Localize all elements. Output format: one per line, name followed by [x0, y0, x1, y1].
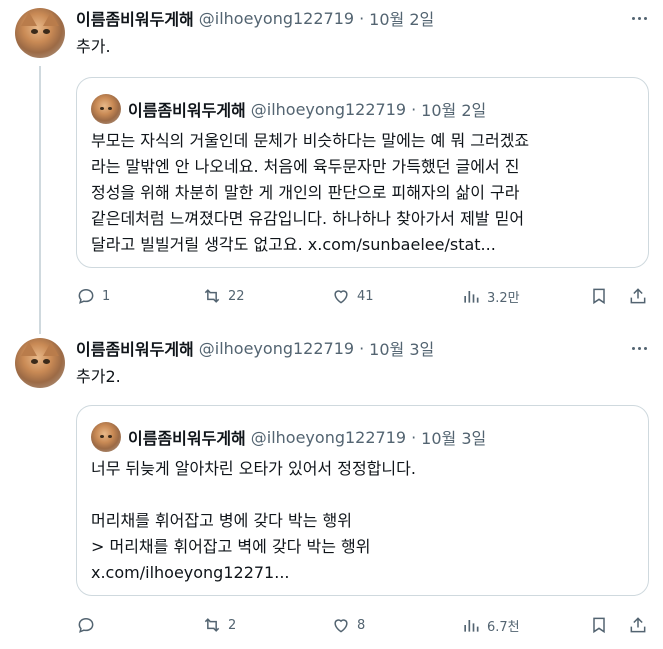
quote-author-handle: @ilhoeyong122719 — [250, 427, 407, 447]
quote-line: 라는 말밖엔 안 나오네요. 처음에 육두문자만 가득했던 글에서 진 — [91, 157, 520, 176]
bookmark-button[interactable] — [589, 284, 609, 308]
quote-line: 부모는 자식의 거울인데 문체가 비슷하다는 말에는 예 뭐 그러겠죠 — [91, 131, 530, 150]
quote-line: 정성을 위해 차분히 말한 게 개인의 판단으로 피해자의 삶이 구라 — [91, 183, 520, 202]
quote-line: 너무 뒤늦게 알아차린 오타가 있어서 정정합니다. — [91, 459, 416, 478]
separator: · — [411, 99, 417, 119]
author-name[interactable]: 이름좀비워두게해 — [76, 6, 194, 30]
views-button[interactable]: 6.7천 — [461, 613, 520, 637]
share-button[interactable] — [628, 613, 648, 637]
tweet-date[interactable]: 10월 2일 — [369, 6, 434, 30]
repost-icon — [204, 289, 220, 303]
quote-author-name: 이름좀비워두게해 — [128, 101, 246, 120]
reply-count: 1 — [102, 288, 111, 304]
repost-count: 22 — [228, 288, 245, 304]
share-button[interactable] — [628, 284, 648, 308]
views-count: 3.2만 — [487, 290, 520, 306]
separator: · — [411, 427, 417, 447]
like-button[interactable]: 8 — [331, 613, 365, 637]
like-count: 41 — [357, 288, 374, 304]
bookmark-icon — [593, 617, 605, 634]
share-icon — [630, 617, 646, 633]
tweet[interactable]: 이름좀비워두게해 @ilhoeyong122719 · 10월 3일 추가2. … — [0, 330, 663, 649]
author-name[interactable]: 이름좀비워두게해 — [76, 336, 194, 360]
like-icon — [334, 619, 348, 633]
tweet-header: 이름좀비워두게해 @ilhoeyong122719 · 10월 3일 — [76, 336, 434, 360]
repost-count: 2 — [228, 617, 237, 633]
tweet-header: 이름좀비워두게해 @ilhoeyong122719 · 10월 2일 — [76, 6, 434, 30]
tweet[interactable]: 이름좀비워두게해 @ilhoeyong122719 · 10월 2일 추가. 이… — [0, 0, 663, 320]
quote-avatar — [91, 94, 121, 124]
views-icon — [464, 620, 479, 632]
tweet-text: 추가2. — [76, 367, 121, 386]
quote-avatar — [91, 422, 121, 452]
quote-date: 10월 3일 — [421, 429, 487, 448]
quote-line: 머리채를 휘어잡고 병에 갖다 박는 행위 — [91, 511, 352, 530]
quote-author-handle: @ilhoeyong122719 — [250, 99, 407, 119]
like-count: 8 — [357, 617, 366, 633]
quote-tweet[interactable]: 이름좀비워두게해 @ilhoeyong122719 · 10월 2일 부모는 자… — [76, 77, 649, 268]
views-count: 6.7천 — [487, 619, 520, 635]
bookmark-button[interactable] — [589, 613, 609, 637]
quote-line[interactable]: x.com/ilhoeyong12271... — [91, 560, 636, 586]
quote-header: 이름좀비워두게해 @ilhoeyong122719 · 10월 3일 — [128, 425, 486, 449]
like-icon — [334, 290, 348, 304]
repost-icon — [204, 618, 220, 632]
views-icon — [464, 291, 479, 303]
like-button[interactable]: 41 — [331, 284, 374, 308]
quote-author-name: 이름좀비워두게해 — [128, 429, 246, 448]
author-handle[interactable]: @ilhoeyong122719 — [199, 9, 354, 28]
quote-date: 10월 2일 — [421, 101, 487, 120]
action-bar: 1 22 41 3.2만 — [76, 284, 649, 308]
reply-icon — [78, 288, 94, 304]
reply-button[interactable]: 1 — [76, 284, 110, 308]
thread-line — [39, 66, 41, 334]
share-icon — [630, 288, 646, 304]
quote-line[interactable]: 달라고 빌빌거릴 생각도 없고요. x.com/sunbaelee/stat..… — [91, 232, 636, 258]
quote-text: 너무 뒤늦게 알아차린 오타가 있어서 정정합니다. 머리채를 휘어잡고 병에 … — [91, 456, 636, 586]
quote-text: 부모는 자식의 거울인데 문체가 비슷하다는 말에는 예 뭐 그러겠죠 라는 말… — [91, 128, 636, 258]
author-handle[interactable]: @ilhoeyong122719 — [199, 339, 354, 358]
action-bar: 2 8 6.7천 — [76, 613, 649, 637]
repost-button[interactable]: 22 — [202, 284, 245, 308]
more-icon[interactable] — [629, 8, 649, 28]
tweet-date[interactable]: 10월 3일 — [369, 336, 434, 360]
reply-button[interactable] — [76, 613, 102, 637]
quote-line: 같은데처럼 느껴졌다면 유감입니다. 하나하나 찾아가서 제발 믿어 — [91, 209, 525, 228]
separator: · — [359, 338, 365, 358]
quote-header: 이름좀비워두게해 @ilhoeyong122719 · 10월 2일 — [128, 97, 486, 121]
bookmark-icon — [593, 288, 605, 305]
more-icon[interactable] — [629, 338, 649, 358]
tweet-text: 추가. — [76, 37, 111, 56]
quote-line: > 머리채를 휘어잡고 벽에 갖다 박는 행위 — [91, 537, 371, 556]
quote-line — [91, 482, 636, 508]
reply-icon — [78, 617, 94, 633]
separator: · — [359, 8, 365, 28]
views-button[interactable]: 3.2만 — [461, 284, 520, 308]
repost-button[interactable]: 2 — [202, 613, 236, 637]
quote-tweet[interactable]: 이름좀비워두게해 @ilhoeyong122719 · 10월 3일 너무 뒤늦… — [76, 405, 649, 596]
avatar[interactable] — [15, 338, 65, 388]
avatar[interactable] — [15, 8, 65, 58]
